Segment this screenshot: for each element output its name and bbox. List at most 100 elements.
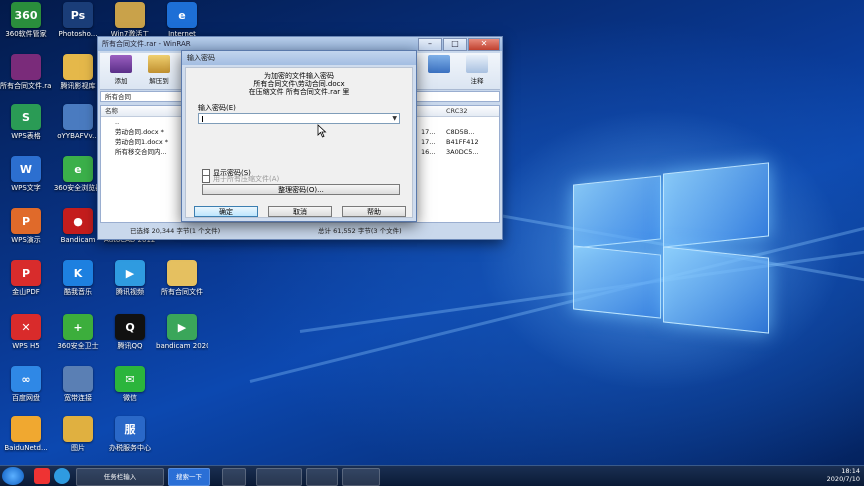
desktop-icon[interactable]: 所有合同文件: [156, 260, 208, 297]
status-bar: 已选择 20,344 字节(1 个文件) 总计 61,552 字节(3 个文件): [100, 225, 500, 237]
desktop-icon[interactable]: +360安全卫士: [52, 314, 104, 351]
desktop-icon[interactable]: P WPS演示: [0, 208, 52, 245]
ok-button[interactable]: 确定: [194, 206, 258, 217]
desktop-icon-label: 所有合同文件: [161, 288, 203, 296]
logo-pane: [573, 175, 661, 249]
desktop-icon-label: 酷我音乐: [64, 288, 92, 296]
checkbox-box: [202, 175, 210, 183]
toolbar-label: 注释: [470, 77, 484, 85]
cell-date: 17...: [421, 128, 436, 136]
desktop-icon[interactable]: e Internet: [156, 2, 208, 39]
cell-crc: B41FF412: [446, 138, 479, 146]
taskbar-search-button[interactable]: 搜索一下: [168, 468, 210, 486]
desktop-icon-label: WPS表格: [11, 132, 41, 140]
app-icon: [63, 104, 93, 130]
desktop-icon[interactable]: ▶ 腾讯视频: [104, 260, 156, 297]
password-input[interactable]: ▼: [198, 113, 400, 124]
desktop: 360 360软件管家 Ps Photosho... Win7激活工 e Internet 所…: [0, 0, 864, 466]
password-dialog[interactable]: 输入密码 为加密的文件输入密码 所有合同文件\劳动合同.docx 在压缩文件 所…: [181, 50, 417, 222]
app-icon: e: [63, 156, 93, 182]
logo-pane: [663, 246, 769, 334]
help-button[interactable]: 帮助: [342, 206, 406, 217]
app-icon: Ps: [63, 2, 93, 28]
desktop-icon[interactable]: ✉ 微信: [104, 366, 156, 403]
column-name-header[interactable]: 名称: [105, 106, 118, 116]
taskbar-bandicam[interactable]: [306, 468, 338, 486]
desktop-icon[interactable]: K 酷我音乐: [52, 260, 104, 297]
app-icon: +: [63, 314, 93, 340]
taskbar-app-icon[interactable]: [222, 468, 246, 486]
toolbar-add-button[interactable]: 添加: [104, 55, 138, 85]
status-selected: 已选择 20,344 字节(1 个文件): [130, 227, 221, 235]
cancel-button[interactable]: 取消: [268, 206, 332, 217]
message-line: 为加密的文件输入密码: [264, 72, 334, 80]
password-input-label: 输入密码(E): [198, 104, 236, 112]
desktop-icon-label: 360安全卫士: [57, 342, 99, 350]
comment-icon: [466, 55, 488, 73]
cell-name: 劳动合同1.docx *: [115, 138, 169, 146]
desktop-icon-label: bandicam 2020-07-1...: [156, 342, 208, 350]
app-icon: 服: [115, 416, 145, 442]
message-line: 在压缩文件 所有合同文件.rar 里: [248, 88, 350, 96]
desktop-icon-label: 金山PDF: [12, 288, 40, 296]
app-icon: [63, 416, 93, 442]
sogou-icon[interactable]: [34, 468, 50, 484]
app-icon: e: [167, 2, 197, 28]
desktop-icon[interactable]: P 金山PDF: [0, 260, 52, 297]
clock-time[interactable]: 18:14: [770, 467, 860, 475]
cell-date: 17...: [421, 138, 436, 146]
desktop-icon[interactable]: 360 360软件管家: [0, 2, 52, 39]
desktop-icon-label: 图片: [71, 444, 85, 452]
clock-date[interactable]: 2020/7/10: [770, 475, 860, 483]
taskbar-winrar[interactable]: [342, 468, 380, 486]
desktop-icon[interactable]: ✕ WPS H5: [0, 314, 52, 351]
desktop-icon[interactable]: Q 腾讯QQ: [104, 314, 156, 351]
desktop-icon-label: 百度网盘: [12, 394, 40, 402]
chevron-down-icon[interactable]: ▼: [392, 114, 397, 124]
desktop-icon[interactable]: S WPS表格: [0, 104, 52, 141]
toolbar-label: 添加: [114, 77, 128, 85]
desktop-icon[interactable]: ▶ bandicam 2020-07-1...: [156, 314, 208, 351]
desktop-icon[interactable]: W WPS文字: [0, 156, 52, 193]
cell-crc: 3A0DC5...: [446, 148, 479, 156]
organize-passwords-button[interactable]: 整理密码(O)...: [202, 184, 400, 195]
use-for-all-checkbox[interactable]: 用于所有压缩文件(A): [202, 174, 279, 184]
winrar-title: 所有合同文件.rar - WinRAR: [102, 40, 191, 48]
toolbar-comment-button[interactable]: 注释: [460, 55, 494, 85]
desktop-icon[interactable]: Ps Photosho...: [52, 2, 104, 39]
app-icon: [115, 2, 145, 28]
app-icon: S: [11, 104, 41, 130]
archive-add-icon: [110, 55, 132, 73]
toolbar-extract-button[interactable]: 解压到: [142, 55, 176, 85]
start-button[interactable]: [2, 467, 24, 485]
cell-name: 劳动合同.docx *: [115, 128, 164, 136]
desktop-icon[interactable]: 所有合同文件.rar: [0, 54, 52, 91]
cell-crc: C8D5B...: [446, 128, 475, 136]
app-icon: W: [11, 156, 41, 182]
app-icon: ✉: [115, 366, 145, 392]
taskbar-360-browser[interactable]: [256, 468, 302, 486]
password-dialog-titlebar[interactable]: 输入密码: [182, 51, 416, 65]
desktop-icon-label: 办税服务中心: [109, 444, 151, 452]
desktop-icon[interactable]: 服办税服务中心: [104, 416, 156, 453]
app-icon: 360: [11, 2, 41, 28]
desktop-icon[interactable]: Win7激活工: [104, 2, 156, 39]
desktop-icon[interactable]: 宽带连接: [52, 366, 104, 403]
column-crc-header[interactable]: CRC32: [446, 106, 468, 116]
app-icon: ✕: [11, 314, 41, 340]
app-icon: P: [11, 208, 41, 234]
desktop-icon[interactable]: ∞ 百度网盘: [0, 366, 52, 403]
app-icon: ●: [63, 208, 93, 234]
desktop-icon-label: 腾讯视频: [116, 288, 144, 296]
logo-pane: [663, 162, 769, 248]
desktop-icon[interactable]: 图片: [52, 416, 104, 453]
minimize-button[interactable]: –: [418, 38, 442, 51]
desktop-icon[interactable]: BaiduNetd...: [0, 416, 52, 453]
browser-icon[interactable]: [54, 468, 70, 484]
app-icon: [63, 366, 93, 392]
taskbar-search-input[interactable]: 任务栏输入: [76, 468, 164, 486]
toolbar-sfx-button[interactable]: [422, 55, 456, 75]
close-button[interactable]: ✕: [468, 38, 500, 51]
cell-name: 所有移交合同内...: [115, 148, 167, 156]
maximize-button[interactable]: □: [443, 38, 467, 51]
